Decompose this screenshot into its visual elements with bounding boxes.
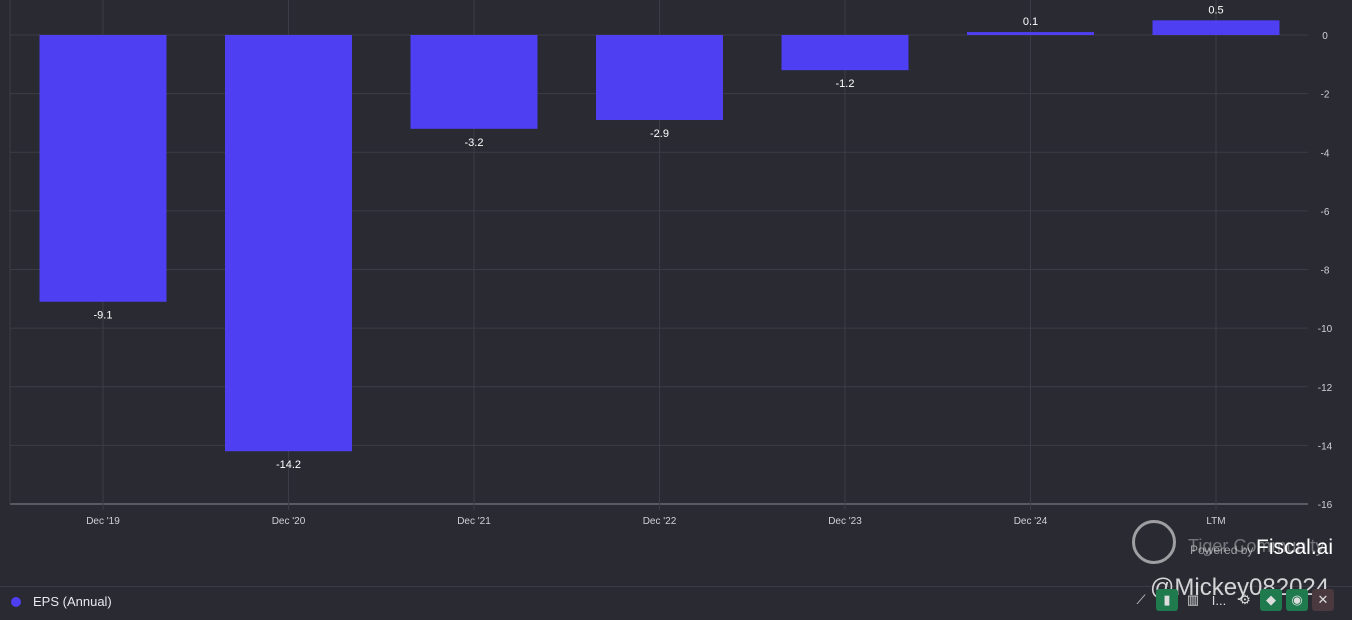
x-tick-label: LTM [1206, 516, 1225, 527]
x-tick-label: Dec '19 [86, 516, 120, 527]
tag-icon[interactable]: ◆ [1260, 589, 1282, 611]
powered-by-text: Powered by [1190, 543, 1254, 557]
eps-bar-chart: 0 -2 -4 -6 -8 -10 -12 -14 -16 Dec '19 Dec '20 Dec '… [9, 0, 1333, 527]
data-label: -1.2 [836, 78, 855, 90]
stacked-bar-icon[interactable]: ▥ [1182, 589, 1204, 611]
data-label: 0.1 [1023, 16, 1038, 28]
legend-label-eps[interactable]: EPS (Annual) [33, 594, 112, 609]
gear-icon[interactable]: ⚙ [1234, 589, 1256, 611]
bar-1 [225, 35, 352, 452]
bar-3 [596, 35, 723, 121]
more-icon[interactable]: I... [1208, 589, 1230, 611]
y-tick-label: -6 [1321, 207, 1330, 218]
x-tick-label: Dec '23 [828, 516, 862, 527]
data-label: 0.5 [1208, 4, 1223, 16]
close-icon[interactable]: ✕ [1312, 589, 1334, 611]
data-label: -2.9 [650, 128, 669, 140]
x-tick-label: Dec '21 [457, 516, 491, 527]
y-tick-label: -8 [1321, 266, 1330, 277]
fiscal-brand: Fiscal.ai [1256, 536, 1334, 559]
line-chart-icon[interactable]: ⟋ [1130, 589, 1152, 611]
legend-dot-eps [11, 597, 21, 607]
bar-5 [967, 32, 1094, 35]
bar-chart-icon[interactable]: ▮ [1156, 589, 1178, 611]
y-tick-label: 0 [1322, 31, 1328, 42]
y-tick-label: -16 [1318, 500, 1333, 511]
tiger-logo [1132, 520, 1176, 564]
bar-2 [410, 35, 538, 129]
y-tick-label: -12 [1318, 383, 1333, 394]
y-tick-label: -10 [1318, 324, 1333, 335]
x-tick-label: Dec '20 [272, 516, 306, 527]
y-tick-label: -2 [1321, 90, 1330, 101]
bar-0 [39, 35, 167, 302]
x-tick-label: Dec '22 [643, 516, 677, 527]
x-tick-label: Dec '24 [1014, 516, 1048, 527]
eye-icon[interactable]: ◉ [1286, 589, 1308, 611]
y-tick-label: -14 [1318, 441, 1333, 452]
chart-toolbar: ⟋ ▮ ▥ I... ⚙ ◆ ◉ ✕ [1130, 589, 1334, 611]
data-label: -9.1 [94, 310, 113, 322]
data-label: -14.2 [276, 459, 301, 471]
bar-6 [1152, 20, 1280, 35]
y-tick-label: -4 [1321, 148, 1330, 159]
bar-4 [781, 35, 909, 71]
data-label: -3.2 [465, 137, 484, 149]
